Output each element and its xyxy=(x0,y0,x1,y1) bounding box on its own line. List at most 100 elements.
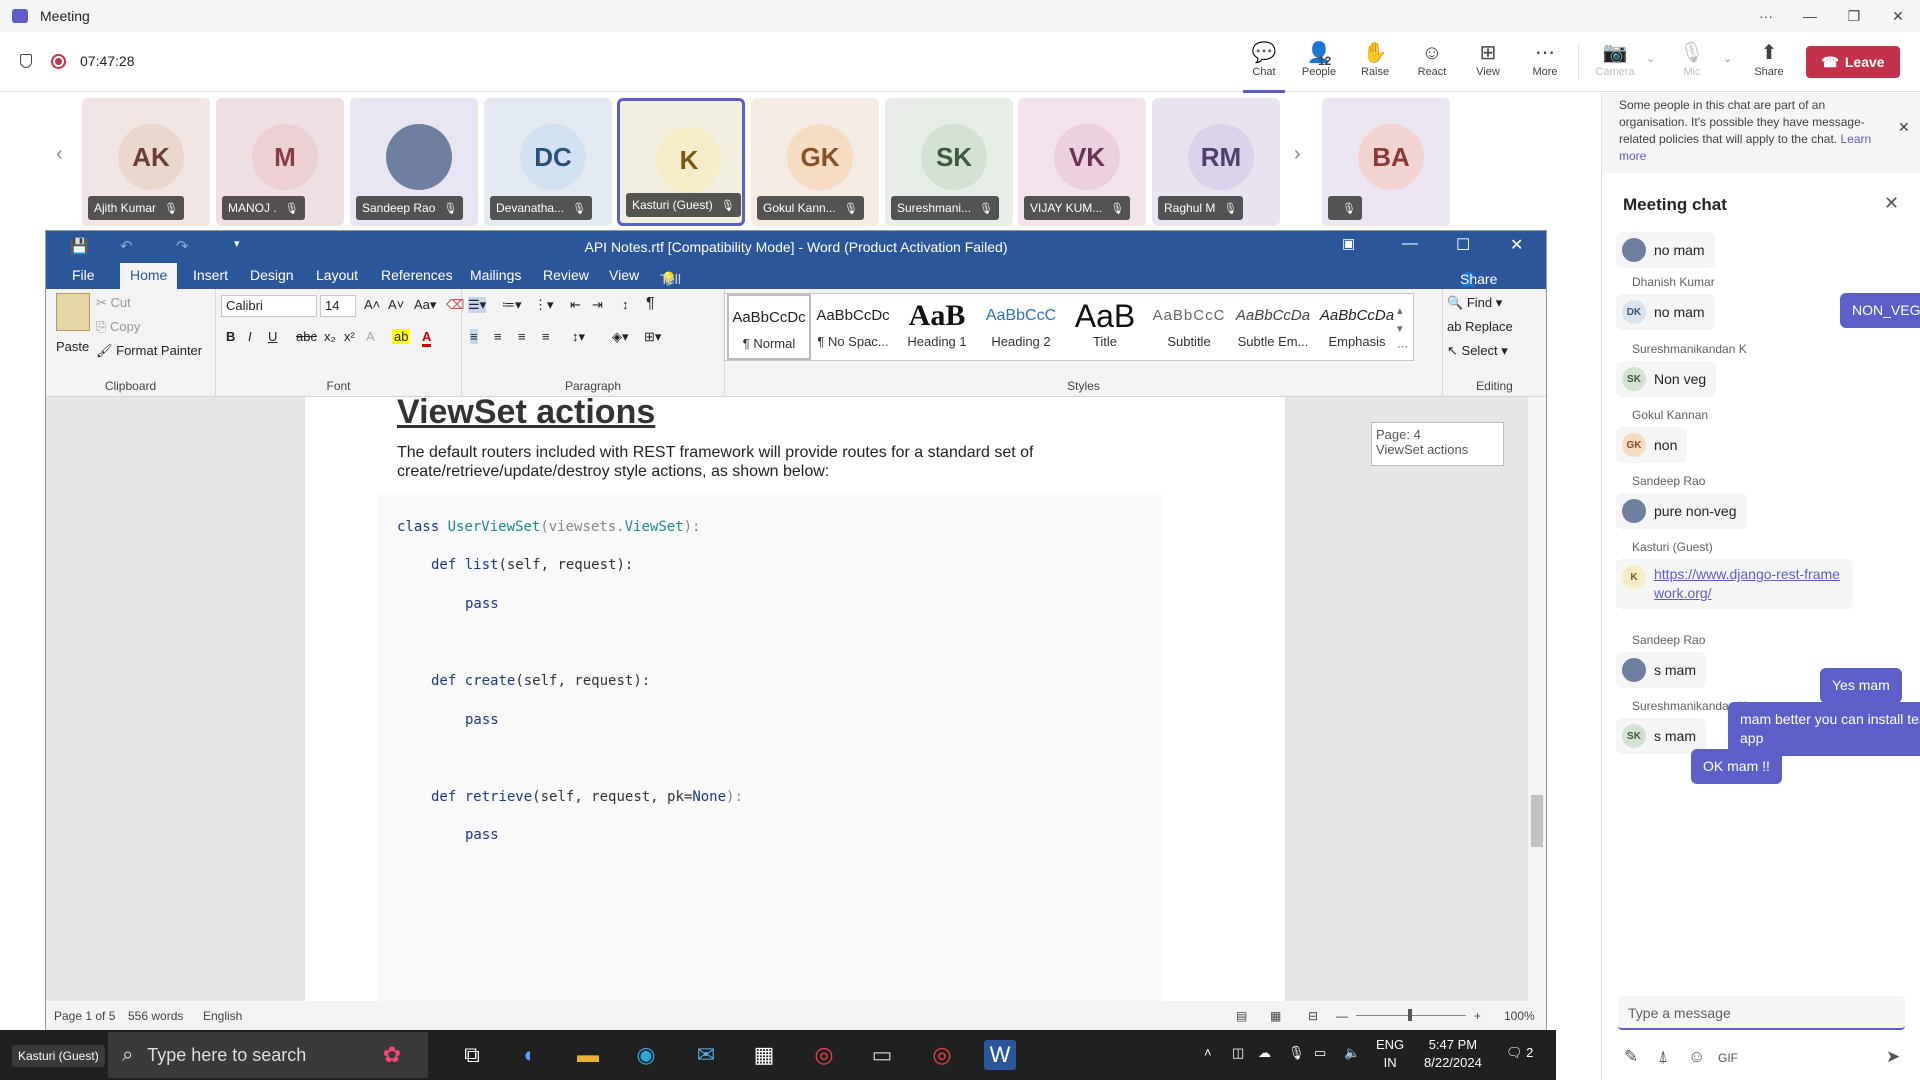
style-emphasis[interactable]: AaBbCcDa Emphasis xyxy=(1315,294,1399,360)
web-layout-icon[interactable]: ⊟ xyxy=(1308,1009,1318,1023)
align-center-icon[interactable]: ≡ xyxy=(494,329,502,344)
input-language[interactable]: ENG IN xyxy=(1376,1036,1404,1072)
grow-font-icon[interactable]: A˄ xyxy=(364,297,380,312)
tab-insert[interactable]: Insert xyxy=(193,267,228,283)
tab-home[interactable]: Home xyxy=(120,263,178,289)
align-right-icon[interactable]: ≡ xyxy=(518,329,526,344)
participant-tile[interactable]: SK Sureshmani... 🎙 xyxy=(885,98,1013,226)
show-marks-icon[interactable]: ¶ xyxy=(646,295,655,313)
chat-message[interactable]: Sandeep Rao s mam xyxy=(1616,633,1706,688)
clock[interactable]: 5:47 PM 8/22/2024 xyxy=(1424,1036,1482,1072)
ribbon-display-icon[interactable]: ▣ xyxy=(1342,235,1355,252)
gallery-next-arrow-icon[interactable]: › xyxy=(1294,143,1301,166)
own-message[interactable]: Yes mam xyxy=(1820,668,1902,703)
more-button[interactable]: ⋯ More xyxy=(1518,40,1572,78)
tab-references[interactable]: References xyxy=(381,267,453,283)
styles-more-icon[interactable]: ▴ ▾ ⋯ xyxy=(1397,302,1408,356)
chat-message[interactable]: Sandeep Rao pure non-veg xyxy=(1616,474,1747,529)
language[interactable]: English xyxy=(203,1009,242,1023)
style-normal[interactable]: AaBbCcDc ¶ Normal xyxy=(727,294,811,360)
chat-message[interactable]: Gokul Kannan GK non xyxy=(1616,408,1708,463)
search-highlight-icon[interactable]: ✿ xyxy=(376,1040,408,1070)
store-icon[interactable]: ▦ xyxy=(748,1040,780,1070)
print-layout-icon[interactable]: ▦ xyxy=(1270,1009,1281,1023)
select-button[interactable]: ↖ Select ▾ xyxy=(1447,343,1508,359)
chat-message[interactable]: no mam xyxy=(1616,232,1715,268)
shading-icon[interactable]: ◈▾ xyxy=(612,329,629,345)
battery-icon[interactable]: ▭ xyxy=(1314,1044,1326,1062)
participant-tile[interactable]: AK Ajith Kumar 🎙 xyxy=(82,98,210,226)
meet-now-icon[interactable]: ◫ xyxy=(1232,1044,1244,1062)
tab-review[interactable]: Review xyxy=(543,267,589,283)
style-subtle-em[interactable]: AaBbCcDa Subtle Em... xyxy=(1231,294,1315,360)
zoom-level[interactable]: 100% xyxy=(1504,1009,1535,1023)
terminal-icon[interactable]: ▭ xyxy=(866,1040,898,1070)
close-button[interactable]: ✕ xyxy=(1876,0,1920,32)
strikethrough-icon[interactable]: abc xyxy=(296,329,317,344)
participant-tile[interactable]: BA 🎙 xyxy=(1322,98,1450,226)
bold-icon[interactable]: B xyxy=(226,329,235,344)
cut-button[interactable]: ✂ Cut xyxy=(96,295,131,311)
gif-icon[interactable]: GIF xyxy=(1718,1051,1738,1065)
change-case-icon[interactable]: Aa▾ xyxy=(414,297,436,313)
sort-icon[interactable]: ↕ xyxy=(622,297,629,312)
message-link[interactable]: https://www.django-rest-framework.org/ xyxy=(1654,565,1843,603)
mic-options-chevron-icon[interactable]: ⌄ xyxy=(1723,52,1732,65)
share-button[interactable]: ⬆ Share xyxy=(1742,40,1796,78)
tab-view[interactable]: View xyxy=(609,267,639,283)
banner-close-icon[interactable]: ✕ xyxy=(1898,119,1910,136)
tab-mailings[interactable]: Mailings xyxy=(470,267,521,283)
italic-icon[interactable]: I xyxy=(248,329,252,344)
document-page[interactable]: ViewSet actions The default routers incl… xyxy=(305,393,1285,1013)
zoom-out-icon[interactable]: — xyxy=(1336,1009,1348,1023)
own-message[interactable]: mam better you can install team app xyxy=(1728,702,1920,756)
word-close-button[interactable]: ✕ xyxy=(1510,235,1523,255)
format-icon[interactable]: ✎ xyxy=(1624,1047,1638,1067)
shrink-font-icon[interactable]: A˅ xyxy=(388,297,404,312)
highlight-icon[interactable]: ab xyxy=(392,329,411,344)
tray-chevron-icon[interactable]: ˄ xyxy=(1204,1044,1212,1062)
send-icon[interactable]: ➤ xyxy=(1886,1047,1900,1067)
superscript-icon[interactable]: x² xyxy=(344,329,355,344)
more-options-icon[interactable]: ··· xyxy=(1744,0,1788,32)
gallery-prev-arrow-icon[interactable]: ‹ xyxy=(56,143,63,166)
format-painter-button[interactable]: 🖌 Format Painter xyxy=(96,343,202,359)
find-button[interactable]: 🔍 Find ▾ xyxy=(1447,295,1502,311)
edge-icon[interactable]: ◉ xyxy=(630,1040,662,1070)
react-button[interactable]: ☺ React xyxy=(1405,40,1459,78)
view-button[interactable]: ⊞ View xyxy=(1461,40,1515,78)
restore-button[interactable]: ❐ xyxy=(1832,0,1876,32)
camera-options-chevron-icon[interactable]: ⌄ xyxy=(1646,52,1655,65)
copy-button[interactable]: ⎘ Copy xyxy=(96,319,140,335)
participant-tile[interactable]: VK VIJAY KUM... 🎙 xyxy=(1018,98,1146,226)
decrease-indent-icon[interactable]: ⇤ xyxy=(570,297,581,313)
copilot-icon[interactable]: ◐ xyxy=(514,1040,546,1070)
chat-message[interactable]: Sureshmanikandan K SK Non veg xyxy=(1616,342,1747,397)
borders-icon[interactable]: ⊞▾ xyxy=(644,329,661,345)
tab-design[interactable]: Design xyxy=(250,267,294,283)
word-minimize-button[interactable]: — xyxy=(1402,235,1418,253)
zoom-in-icon[interactable]: + xyxy=(1474,1009,1481,1023)
chrome-icon[interactable]: ◎ xyxy=(808,1040,840,1070)
own-message[interactable]: NON_VEG xyxy=(1840,293,1920,328)
minimize-button[interactable]: — xyxy=(1788,0,1832,32)
mic-tray-icon[interactable]: 🎙 xyxy=(1288,1044,1305,1062)
camera-button[interactable]: 📷 Camera xyxy=(1588,40,1642,78)
style-heading-2[interactable]: AaBbCcC Heading 2 xyxy=(979,294,1063,360)
style-title[interactable]: AaB Title xyxy=(1063,294,1147,360)
participant-tile[interactable]: DC Devanatha... 🎙 xyxy=(484,98,612,226)
justify-icon[interactable]: ≡ xyxy=(542,329,550,344)
mail-icon[interactable]: ✉ xyxy=(690,1040,722,1070)
numbering-icon[interactable]: ≔▾ xyxy=(502,297,522,313)
chat-message[interactable]: Kasturi (Guest) Khttps://www.django-rest-… xyxy=(1616,540,1853,609)
zoom-thumb[interactable] xyxy=(1408,1009,1412,1021)
notification-icon[interactable]: 🗨 2 xyxy=(1506,1044,1533,1062)
underline-icon[interactable]: U xyxy=(268,329,277,344)
page-count[interactable]: Page 1 of 5 xyxy=(54,1009,115,1023)
emoji-icon[interactable]: ☺ xyxy=(1688,1047,1705,1067)
word-count[interactable]: 556 words xyxy=(128,1009,183,1023)
vertical-scrollbar[interactable] xyxy=(1528,397,1546,1001)
own-message[interactable]: OK mam !! xyxy=(1691,749,1782,784)
style-no-spac[interactable]: AaBbCcDc ¶ No Spac... xyxy=(811,294,895,360)
style-heading-1[interactable]: AaB Heading 1 xyxy=(895,294,979,360)
